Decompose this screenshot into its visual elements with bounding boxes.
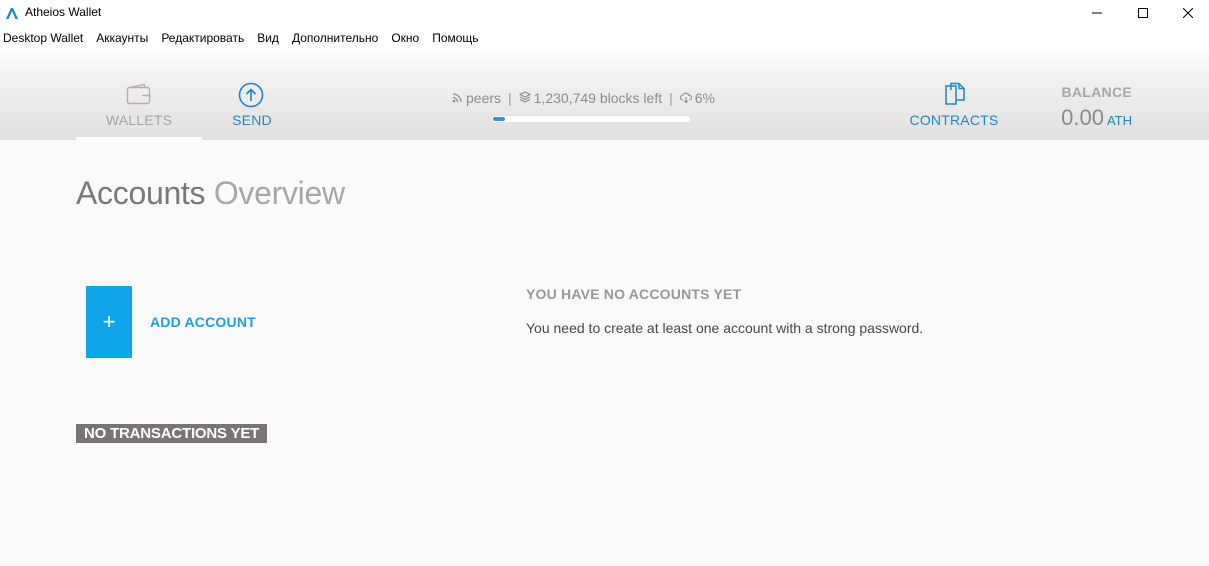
maximize-icon xyxy=(1138,8,1148,18)
page-title-sub: Overview xyxy=(213,175,345,211)
sync-progress-fill xyxy=(493,117,505,121)
nav-send[interactable]: SEND xyxy=(222,50,282,140)
minimize-icon xyxy=(1092,12,1102,14)
menu-desktop-wallet[interactable]: Desktop Wallet xyxy=(2,26,89,50)
blocks-left-label: 1,230,749 blocks left xyxy=(533,90,663,106)
balance-label: BALANCE xyxy=(1061,84,1132,100)
menu-help[interactable]: Помощь xyxy=(431,26,484,50)
documents-icon xyxy=(942,82,968,113)
close-button[interactable] xyxy=(1165,0,1209,26)
menu-advanced[interactable]: Дополнительно xyxy=(291,26,384,50)
peers-label: peers xyxy=(466,90,502,106)
separator: | xyxy=(508,90,512,106)
nav-wallets[interactable]: WALLETS xyxy=(76,50,202,140)
separator: | xyxy=(669,90,673,106)
menu-bar: Desktop Wallet Аккаунты Редактировать Ви… xyxy=(0,26,1209,50)
active-tab-indicator xyxy=(76,137,202,140)
add-account-button[interactable]: + ADD ACCOUNT xyxy=(86,286,256,358)
page-title-main: Accounts xyxy=(76,175,206,211)
sync-percent: 6% xyxy=(694,90,715,106)
cloud-download-icon xyxy=(679,90,692,106)
nav-contracts-label: CONTRACTS xyxy=(909,112,999,128)
nav-send-label: SEND xyxy=(232,112,272,128)
balance-amount: 0.00 ATH xyxy=(1061,105,1132,131)
close-icon xyxy=(1183,8,1193,18)
menu-view[interactable]: Вид xyxy=(256,26,285,50)
menu-edit[interactable]: Редактировать xyxy=(160,26,250,50)
no-accounts-description: You need to create at least one account … xyxy=(526,320,924,336)
balance-unit: ATH xyxy=(1106,113,1132,128)
page-title: Accounts Overview xyxy=(76,175,345,212)
sync-status: peers | 1,230,749 blocks left | 6% xyxy=(452,90,715,106)
menu-window[interactable]: Окно xyxy=(390,26,425,50)
atheios-logo-icon xyxy=(5,6,19,20)
plus-icon: + xyxy=(86,286,132,358)
wallet-icon xyxy=(126,83,152,110)
layers-icon xyxy=(518,90,531,106)
balance-display: BALANCE 0.00 ATH xyxy=(1040,50,1160,140)
no-transactions-badge: NO TRANSACTIONS YET xyxy=(76,424,268,443)
maximize-button[interactable] xyxy=(1120,0,1166,26)
menu-accounts[interactable]: Аккаунты xyxy=(95,26,154,50)
add-account-label: ADD ACCOUNT xyxy=(150,314,256,330)
title-bar: Atheios Wallet xyxy=(0,0,1209,26)
nav-wallets-label: WALLETS xyxy=(105,112,173,128)
minimize-button[interactable] xyxy=(1074,0,1120,26)
balance-value: 0.00 xyxy=(1061,105,1104,130)
no-accounts-title: YOU HAVE NO ACCOUNTS YET xyxy=(526,286,742,302)
window-title: Atheios Wallet xyxy=(25,5,102,19)
wallet-header: WALLETS SEND peers | 1,230,749 blocks le… xyxy=(0,50,1209,140)
signal-icon xyxy=(452,90,463,106)
arrow-up-circle-icon xyxy=(238,82,264,113)
nav-contracts[interactable]: CONTRACTS xyxy=(906,50,1002,140)
sync-progress-bar xyxy=(491,115,691,123)
